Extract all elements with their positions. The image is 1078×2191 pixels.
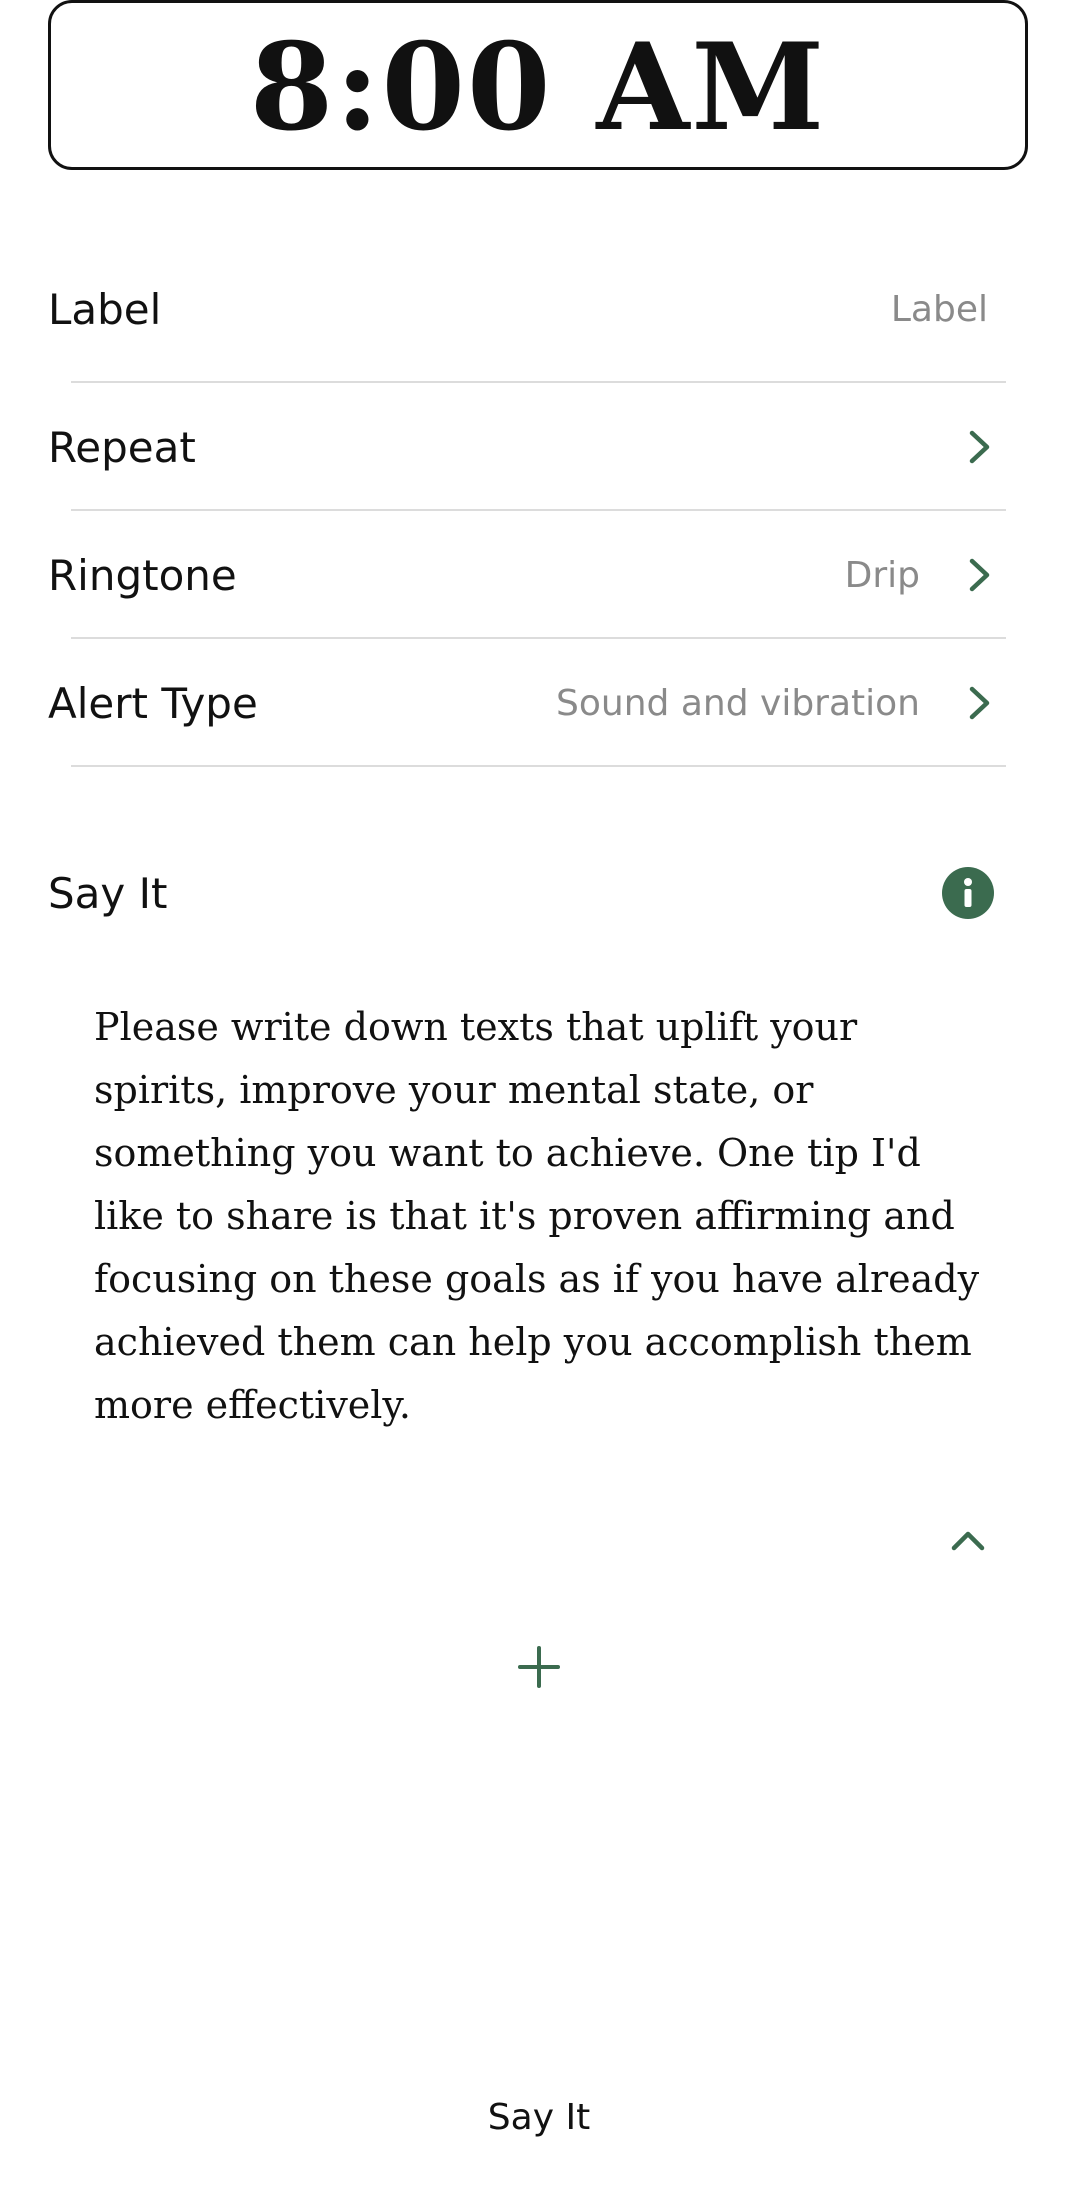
alert-type-value: Sound and vibration <box>556 682 920 724</box>
time-picker[interactable]: 8:00 AM <box>48 0 1028 170</box>
repeat-title: Repeat <box>48 422 196 472</box>
ringtone-row[interactable]: Ringtone Drip <box>48 546 1000 604</box>
chevron-up-icon[interactable] <box>948 1520 988 1560</box>
divider <box>71 765 1006 767</box>
alert-type-row[interactable]: Alert Type Sound and vibration <box>48 674 1000 732</box>
divider <box>71 637 1006 639</box>
alert-type-title: Alert Type <box>48 678 258 728</box>
say-it-header: Say It <box>48 864 1000 922</box>
bottom-tab-say-it[interactable]: Say It <box>0 2097 1078 2138</box>
say-it-title: Say It <box>48 868 168 918</box>
label-input[interactable]: Label <box>891 289 988 330</box>
label-row[interactable]: Label Label <box>48 280 1000 338</box>
info-icon[interactable] <box>942 867 994 919</box>
repeat-row[interactable]: Repeat <box>48 418 1000 476</box>
ringtone-title: Ringtone <box>48 550 237 600</box>
divider <box>71 381 1006 383</box>
chevron-right-icon <box>960 427 1000 467</box>
label-title: Label <box>48 284 162 334</box>
ringtone-value: Drip <box>844 554 920 596</box>
chevron-right-icon <box>960 683 1000 723</box>
alarm-time: 8:00 AM <box>249 17 827 158</box>
say-it-description: Please write down texts that uplift your… <box>94 1005 980 1427</box>
plus-icon[interactable] <box>516 1644 562 1690</box>
divider <box>71 509 1006 511</box>
chevron-right-icon <box>960 555 1000 595</box>
